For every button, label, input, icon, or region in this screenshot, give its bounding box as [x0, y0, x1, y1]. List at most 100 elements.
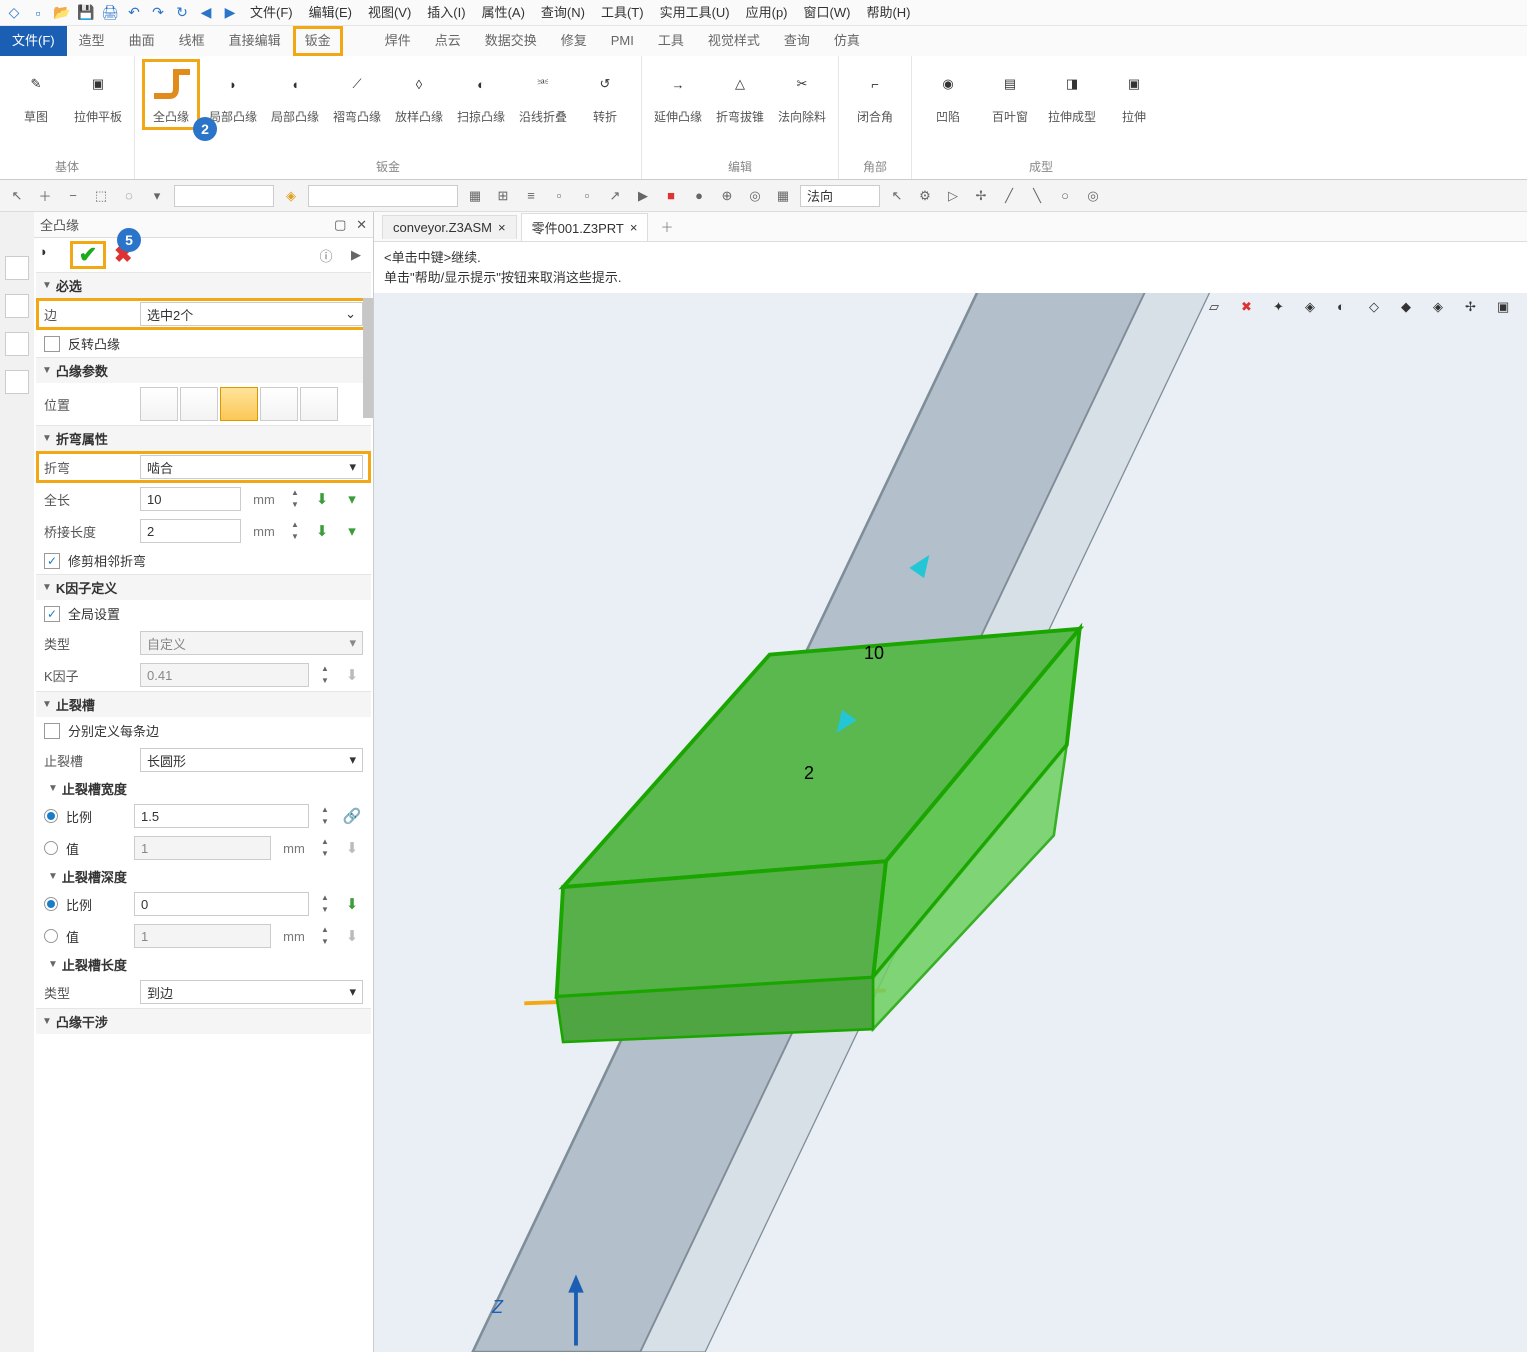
- filter-icon[interactable]: ▾: [146, 185, 168, 207]
- chk-reverse[interactable]: [44, 336, 60, 352]
- menu-attr[interactable]: 属性(A): [476, 2, 531, 24]
- apply-icon[interactable]: ⬇: [311, 488, 333, 510]
- doc-tab-asm[interactable]: conveyor.Z3ASM×: [382, 215, 517, 239]
- tool-taper[interactable]: △折弯拔锥: [712, 60, 768, 129]
- tab-modeling[interactable]: 造型: [67, 26, 117, 56]
- stop-icon[interactable]: ■: [660, 185, 682, 207]
- tab-direct[interactable]: 直接编辑: [217, 26, 293, 56]
- side-icon-2[interactable]: [5, 294, 29, 318]
- tab-dataex[interactable]: 数据交换: [473, 26, 549, 56]
- tool-louver[interactable]: ▤百叶窗: [982, 60, 1038, 129]
- box2-icon[interactable]: ▫: [576, 185, 598, 207]
- tool-extrude2[interactable]: ▣拉伸: [1106, 60, 1162, 129]
- grid-icon[interactable]: ▦: [464, 185, 486, 207]
- spin-bridge[interactable]: ▲▼: [287, 519, 303, 543]
- pos-option-4[interactable]: [260, 387, 298, 421]
- link-icon[interactable]: 🔗: [341, 805, 363, 827]
- minus-icon[interactable]: −: [62, 185, 84, 207]
- dropdown-icon[interactable]: ▾: [341, 488, 363, 510]
- refresh-icon[interactable]: ↻: [172, 3, 192, 23]
- doc-tab-prt[interactable]: 零件001.Z3PRT×: [521, 213, 649, 241]
- box1-icon[interactable]: ▫: [548, 185, 570, 207]
- print-icon[interactable]: 🖨: [100, 3, 120, 23]
- pointer-icon[interactable]: ↖: [886, 185, 908, 207]
- menu-app[interactable]: 应用(p): [740, 2, 794, 24]
- tool-closed-corner[interactable]: ⌐闭合角: [847, 60, 903, 129]
- layers-icon[interactable]: ≡: [520, 185, 542, 207]
- grid2-icon[interactable]: ▦: [772, 185, 794, 207]
- section-param[interactable]: 凸缘参数: [36, 357, 371, 383]
- menu-edit[interactable]: 编辑(E): [303, 2, 358, 24]
- radio-w-ratio[interactable]: [44, 809, 58, 823]
- close-icon[interactable]: ×: [498, 220, 506, 235]
- section-bend-attr[interactable]: 折弯属性: [36, 425, 371, 451]
- spin-d-ratio[interactable]: ▲▼: [317, 892, 333, 916]
- tool-sketch[interactable]: ✎草图: [8, 60, 64, 129]
- menu-tool[interactable]: 工具(T): [595, 2, 650, 24]
- menu-window[interactable]: 窗口(W): [798, 2, 857, 24]
- sub-relief-depth[interactable]: 止裂槽深度: [36, 864, 371, 888]
- open-icon[interactable]: 📂: [52, 3, 72, 23]
- dotted-circle-icon[interactable]: ◌: [118, 185, 140, 207]
- forward-icon[interactable]: ▶: [220, 3, 240, 23]
- tab-sheetmetal[interactable]: 钣金: [293, 26, 343, 56]
- tab-wire[interactable]: 线框: [167, 26, 217, 56]
- tab-pmi[interactable]: PMI: [599, 26, 646, 56]
- tab-pointcloud[interactable]: 点云: [423, 26, 473, 56]
- panel-close-icon[interactable]: ✕: [356, 217, 367, 232]
- tool-stretch[interactable]: ◨拉伸成型: [1044, 60, 1100, 129]
- combo-relief[interactable]: 长圆形▾: [140, 748, 363, 772]
- combo-edge[interactable]: 选中2个⌄: [140, 302, 363, 326]
- sub-relief-length[interactable]: 止裂槽长度: [36, 952, 371, 976]
- spin-w-ratio[interactable]: ▲▼: [317, 804, 333, 828]
- cursor-icon[interactable]: ↖: [6, 185, 28, 207]
- chk-trim[interactable]: ✓: [44, 553, 60, 569]
- back-icon[interactable]: ◀: [196, 3, 216, 23]
- tool-local-flange[interactable]: ◖局部凸缘: [267, 60, 323, 129]
- menu-insert[interactable]: 插入(I): [421, 2, 471, 24]
- radio-d-value[interactable]: [44, 929, 58, 943]
- plus-icon[interactable]: ＋: [34, 185, 56, 207]
- tool-extrude[interactable]: ▣拉伸平板: [70, 60, 126, 129]
- section-interfere[interactable]: 凸缘干涉: [36, 1008, 371, 1034]
- side-icon-1[interactable]: [5, 256, 29, 280]
- apply-icon[interactable]: ⬇: [341, 893, 363, 915]
- pos-option-1[interactable]: [140, 387, 178, 421]
- tool-extend[interactable]: →延伸凸缘: [650, 60, 706, 129]
- chk-each[interactable]: [44, 723, 60, 739]
- combo-bend[interactable]: 啮合▾: [140, 455, 363, 479]
- new-tab-button[interactable]: ＋: [652, 217, 681, 236]
- sub-relief-width[interactable]: 止裂槽宽度: [36, 776, 371, 800]
- tab-sim[interactable]: 仿真: [822, 26, 872, 56]
- play-icon[interactable]: ▶: [632, 185, 654, 207]
- ring-icon[interactable]: ◎: [1082, 185, 1104, 207]
- panel-body[interactable]: 必选 边 选中2个⌄ 4 反转凸缘 凸缘参数 位置: [34, 272, 373, 1352]
- tool-sweep-flange[interactable]: ◐扫掠凸缘: [453, 60, 509, 129]
- input-w-ratio[interactable]: 1.5: [134, 804, 309, 828]
- tab-weld[interactable]: 焊件: [373, 26, 423, 56]
- tab-query[interactable]: 查询: [772, 26, 822, 56]
- pos-option-5[interactable]: [300, 387, 338, 421]
- input-fulllen[interactable]: 10: [140, 487, 241, 511]
- 3d-canvas[interactable]: ⌂ ▱ ✖ ✦ ◈ ◐ ◇ ◆ ◈ ✢ ▣: [374, 293, 1527, 1352]
- radio-w-value[interactable]: [44, 841, 58, 855]
- combo-l-type[interactable]: 到边▾: [140, 980, 363, 1004]
- menu-file[interactable]: 文件(F): [244, 2, 299, 24]
- undo-icon[interactable]: ↶: [124, 3, 144, 23]
- tab-surface[interactable]: 曲面: [117, 26, 167, 56]
- line2-icon[interactable]: ╲: [1026, 185, 1048, 207]
- pos-option-3[interactable]: [220, 387, 258, 421]
- spin-fulllen[interactable]: ▲▼: [287, 487, 303, 511]
- dropdown-icon[interactable]: ▾: [341, 520, 363, 542]
- tool-loft-flange[interactable]: ◊放样凸缘: [391, 60, 447, 129]
- section-required[interactable]: 必选: [36, 272, 371, 298]
- input-d-ratio[interactable]: 0: [134, 892, 309, 916]
- snap-icon[interactable]: ⊞: [492, 185, 514, 207]
- tool-bend-flange[interactable]: ⟋褶弯凸缘: [329, 60, 385, 129]
- line-icon[interactable]: ╱: [998, 185, 1020, 207]
- target-icon[interactable]: ◎: [744, 185, 766, 207]
- menu-util[interactable]: 实用工具(U): [654, 2, 736, 24]
- menu-query[interactable]: 查询(N): [535, 2, 591, 24]
- tool-dimple[interactable]: ◉凹陷: [920, 60, 976, 129]
- chk-global[interactable]: ✓: [44, 606, 60, 622]
